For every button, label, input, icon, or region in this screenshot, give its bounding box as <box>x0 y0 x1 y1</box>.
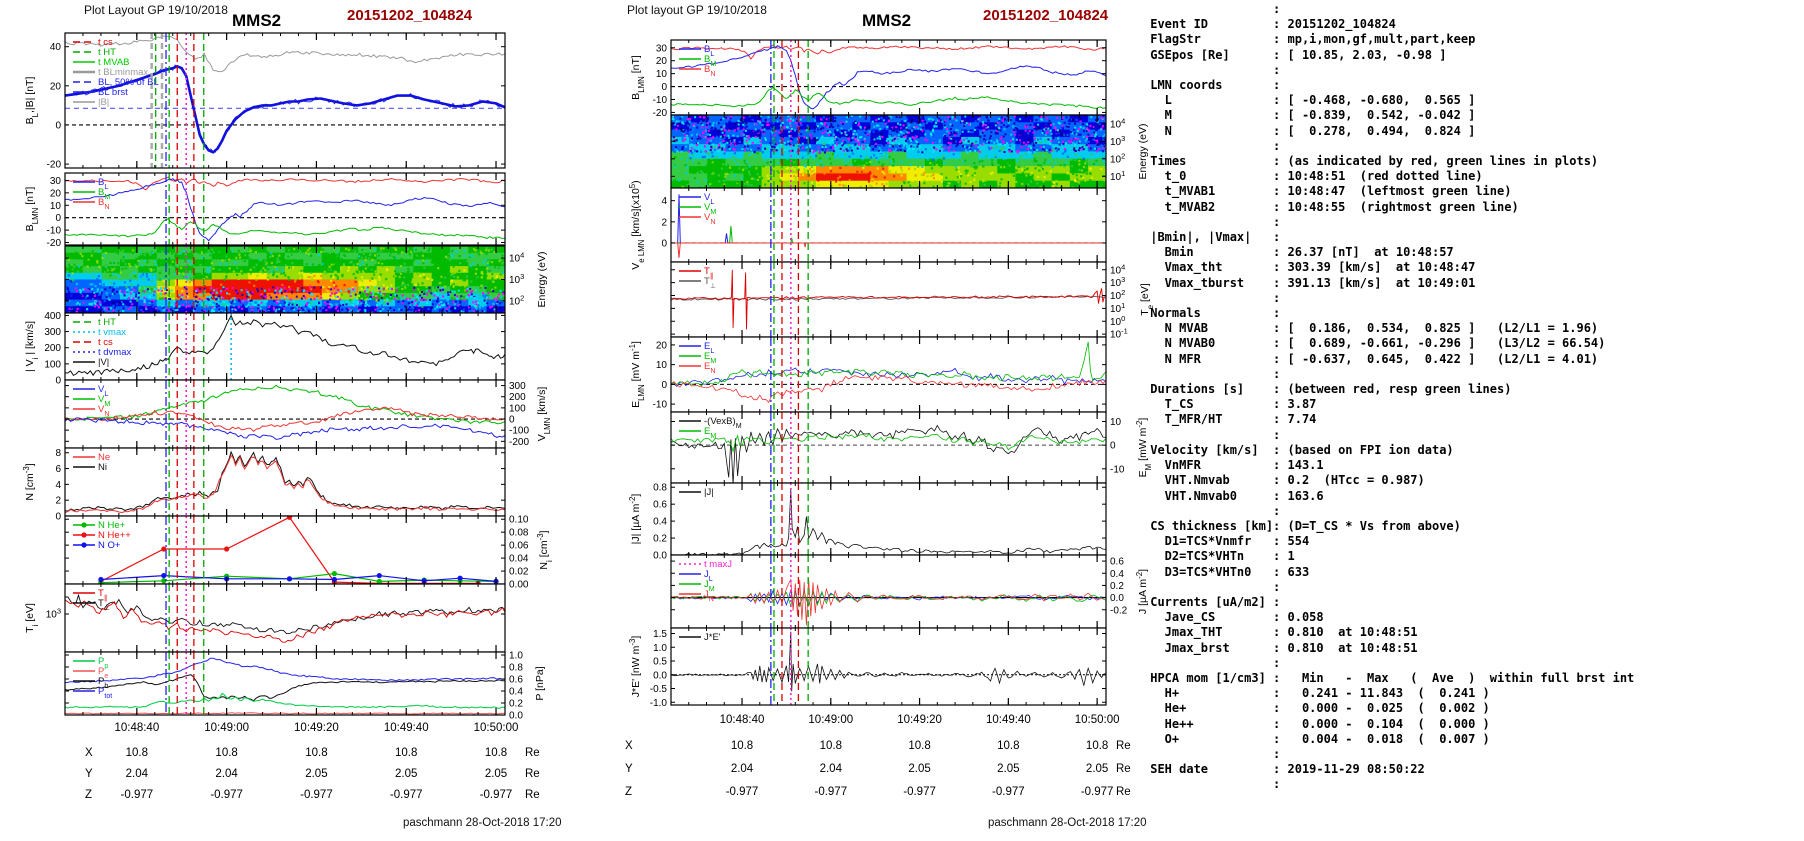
svg-text:20: 20 <box>50 81 62 92</box>
svg-text:200: 200 <box>509 392 526 403</box>
svg-text:-0.977: -0.977 <box>480 789 513 801</box>
svg-text:2.05: 2.05 <box>305 768 327 780</box>
svg-text:100: 100 <box>44 359 61 370</box>
info-panel-text: : Event ID : 20151202_104824 FlagStr : m… <box>1150 2 1635 792</box>
svg-text:X: X <box>85 747 93 759</box>
svg-text:N [cm-3]: N [cm-3] <box>22 463 37 500</box>
svg-text:0.6: 0.6 <box>509 675 523 686</box>
svg-text:10:49:40: 10:49:40 <box>384 722 429 734</box>
svg-text:20: 20 <box>656 56 668 67</box>
svg-text:BLMN [nT]: BLMN [nT] <box>630 55 646 100</box>
svg-text:10.8: 10.8 <box>485 747 507 759</box>
svg-text:104: 104 <box>509 250 524 265</box>
svg-text:2.04: 2.04 <box>126 768 149 780</box>
svg-text:400: 400 <box>44 311 61 322</box>
svg-text:6: 6 <box>55 464 61 475</box>
svg-text:0.04: 0.04 <box>509 554 529 565</box>
svg-text:-0.977: -0.977 <box>390 789 423 801</box>
svg-text:200: 200 <box>44 343 61 354</box>
svg-text:300: 300 <box>44 327 61 338</box>
svg-text:30: 30 <box>656 43 668 54</box>
svg-text:0.10: 0.10 <box>509 515 529 526</box>
svg-text:-20: -20 <box>653 108 668 119</box>
svg-text:N O+: N O+ <box>98 540 121 551</box>
svg-text:Re: Re <box>525 747 540 759</box>
svg-text:Re: Re <box>525 768 540 780</box>
svg-text:0.02: 0.02 <box>509 567 529 578</box>
svg-text:300: 300 <box>509 381 526 392</box>
svg-text:|B|: |B| <box>98 97 109 108</box>
svg-text:Y: Y <box>85 768 93 780</box>
svg-text:10:49:00: 10:49:00 <box>204 722 249 734</box>
svg-text:1.0: 1.0 <box>509 651 523 662</box>
svg-text:0.06: 0.06 <box>509 541 529 552</box>
svg-text:20: 20 <box>50 188 62 199</box>
svg-text:10:49:20: 10:49:20 <box>294 722 339 734</box>
svg-text:VLMN [km/s]: VLMN [km/s] <box>536 387 552 442</box>
svg-text:-200: -200 <box>509 437 529 448</box>
svg-text:-20: -20 <box>47 160 62 171</box>
svg-text:0: 0 <box>55 213 61 224</box>
svg-text:2.05: 2.05 <box>485 768 507 780</box>
svg-text:0.0: 0.0 <box>509 711 523 722</box>
svg-text:2.05: 2.05 <box>395 768 417 780</box>
svg-text:2.04: 2.04 <box>215 768 238 780</box>
svg-text:P [nPa]: P [nPa] <box>534 666 546 700</box>
svg-text:0: 0 <box>55 376 61 387</box>
svg-text:0: 0 <box>661 82 667 93</box>
f1-plot-svg: 40200-20BL,|B| [nT]t cst HTt MVABt BLmin… <box>22 32 554 801</box>
f2-plot-svg: 3020100-10-20BLMN [nT]BLBMBN104103102101… <box>625 39 1155 798</box>
svg-text:0.4: 0.4 <box>509 687 523 698</box>
svg-text:Ni: Ni <box>98 462 107 473</box>
svg-text:0: 0 <box>509 415 515 426</box>
svg-text:10:48:40: 10:48:40 <box>114 722 159 734</box>
svg-text:| Vi | [km/s]: | Vi | [km/s] <box>24 321 40 372</box>
middle-figure: Plot layout GP 19/10/2018 MMS2 20151202_… <box>600 0 1165 841</box>
left-figure: Plot Layout GP 19/10/2018 MMS2 20151202_… <box>0 0 565 841</box>
svg-text:4: 4 <box>55 480 61 491</box>
svg-text:103: 103 <box>46 606 61 621</box>
svg-text:0.00: 0.00 <box>509 580 529 591</box>
svg-text:0.8: 0.8 <box>509 663 523 674</box>
svg-text:Z: Z <box>85 789 92 801</box>
svg-text:-0.977: -0.977 <box>210 789 243 801</box>
svg-text:10.8: 10.8 <box>215 747 237 759</box>
svg-text:BLMN [nT]: BLMN [nT] <box>24 187 40 232</box>
svg-text:Ti [eV]: Ti [eV] <box>24 603 40 633</box>
svg-text:102: 102 <box>509 293 524 308</box>
svg-text:8: 8 <box>55 448 61 459</box>
svg-text:-20: -20 <box>47 238 62 249</box>
svg-text:-0.977: -0.977 <box>300 789 333 801</box>
svg-text:Ni [cm-3]: Ni [cm-3] <box>536 530 554 569</box>
svg-text:2: 2 <box>55 496 61 507</box>
svg-text:10.8: 10.8 <box>305 747 327 759</box>
svg-text:10:50:00: 10:50:00 <box>474 722 519 734</box>
svg-text:10.8: 10.8 <box>395 747 417 759</box>
svg-text:Re: Re <box>525 789 540 801</box>
svg-text:BL,|B| [nT]: BL,|B| [nT] <box>24 77 40 125</box>
svg-text:Energy (eV): Energy (eV) <box>536 251 548 307</box>
svg-text:-100: -100 <box>509 426 529 437</box>
svg-text:40: 40 <box>50 42 62 53</box>
svg-text:10.8: 10.8 <box>126 747 148 759</box>
svg-text:0: 0 <box>55 120 61 131</box>
svg-text:|V|: |V| <box>98 357 109 368</box>
svg-text:-10: -10 <box>653 95 668 106</box>
svg-text:10: 10 <box>50 201 62 212</box>
svg-text:-0.977: -0.977 <box>121 789 154 801</box>
svg-text:10: 10 <box>656 69 668 80</box>
svg-text:0.08: 0.08 <box>509 528 529 539</box>
svg-text:103: 103 <box>509 272 524 287</box>
svg-text:-10: -10 <box>47 226 62 237</box>
svg-text:0.2: 0.2 <box>509 699 523 710</box>
svg-text:0: 0 <box>55 512 61 523</box>
svg-text:30: 30 <box>50 176 62 187</box>
svg-text:100: 100 <box>509 403 526 414</box>
